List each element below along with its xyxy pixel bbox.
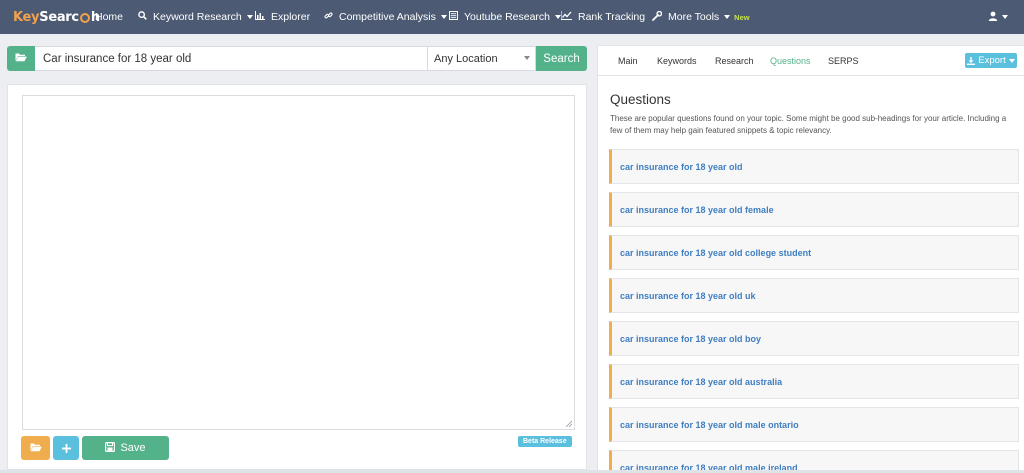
tab-serps[interactable]: SERPS [828,46,859,76]
add-button[interactable] [53,436,79,460]
bar-chart-icon [255,11,265,23]
nav-rank-tracking-label: Rank Tracking [578,11,646,23]
search-input[interactable] [35,46,428,71]
questions-list: car insurance for 18 year old car insura… [609,149,1019,473]
new-badge: New [734,12,750,22]
logo-text-search: Searc [39,9,79,25]
chevron-down-icon [1002,15,1008,19]
logo-text-key: Key [13,9,40,25]
user-icon [988,11,998,24]
questions-panel: Main Keywords Research Questions SERPS E… [597,45,1024,473]
search-icon [138,11,147,23]
link-icon [324,11,333,23]
location-select-value: Any Location [434,52,498,65]
nav-explorer-label: Explorer [271,11,311,23]
question-item[interactable]: car insurance for 18 year old australia [609,364,1019,399]
question-item[interactable]: car insurance for 18 year old male ontar… [609,407,1019,442]
folder-open-icon [15,52,27,65]
open-file-button[interactable] [21,436,50,460]
nav-more-tools[interactable]: More Tools New [652,0,750,34]
open-folder-button[interactable] [7,46,35,71]
nav-youtube-research-label: Youtube Research [464,11,551,23]
tab-keywords[interactable]: Keywords [657,46,697,76]
editor-panel: Beta Release Save [7,84,587,470]
question-item[interactable]: car insurance for 18 year old boy [609,321,1019,356]
select-arrow-icon [524,56,530,60]
section-description: These are popular questions found on you… [610,114,1007,135]
question-item[interactable]: car insurance for 18 year old [609,149,1019,184]
nav-keyword-research[interactable]: Keyword Research [138,0,253,34]
save-button-label: Save [120,442,146,454]
export-button[interactable]: Export [965,53,1017,68]
line-chart-icon [560,11,572,23]
chevron-down-icon [440,15,447,19]
location-select[interactable]: Any Location [428,46,536,71]
panel-tabs: Main Keywords Research Questions SERPS E… [598,46,1024,76]
top-navbar: Key Searc h Home Keyword Research Explorer… [0,0,1024,34]
content-editor[interactable] [22,95,575,430]
beta-release-badge: Beta Release [518,436,572,447]
nav-competitive-analysis-label: Competitive Analysis [339,11,436,23]
search-bar: Any Location Search [7,46,587,71]
nav-competitive-analysis[interactable]: Competitive Analysis [324,0,447,34]
nav-explorer[interactable]: Explorer [255,0,310,34]
magnifier-logo-icon [79,13,90,23]
nav-more-tools-label: More Tools [668,11,720,23]
search-button[interactable]: Search [536,46,587,71]
tab-research[interactable]: Research [715,46,754,76]
folder-open-icon [30,442,42,455]
chevron-down-icon [246,15,253,19]
save-icon [105,441,116,455]
download-icon [967,56,976,65]
chevron-down-icon [1008,58,1015,63]
nav-youtube-research[interactable]: Youtube Research [448,0,562,34]
nav-home[interactable]: Home [95,0,123,34]
save-button[interactable]: Save [82,436,169,460]
section-title: Questions [610,92,671,107]
resize-grip-icon[interactable] [565,420,572,427]
chevron-down-icon [724,15,731,19]
export-button-label: Export [978,55,1006,66]
plus-icon [61,440,71,457]
nav-rank-tracking[interactable]: Rank Tracking [560,0,646,34]
question-item[interactable]: car insurance for 18 year old female [609,192,1019,227]
wrench-icon [652,10,663,24]
nav-keyword-research-label: Keyword Research [153,11,242,23]
tab-questions[interactable]: Questions [770,46,811,76]
tab-main[interactable]: Main [618,46,638,76]
list-icon [448,10,459,23]
nav-home-label: Home [95,11,124,23]
user-menu[interactable] [988,0,1008,34]
question-item[interactable]: car insurance for 18 year old college st… [609,235,1019,270]
keysearch-logo[interactable]: Key Searc h [13,7,100,27]
question-item[interactable]: car insurance for 18 year old uk [609,278,1019,313]
